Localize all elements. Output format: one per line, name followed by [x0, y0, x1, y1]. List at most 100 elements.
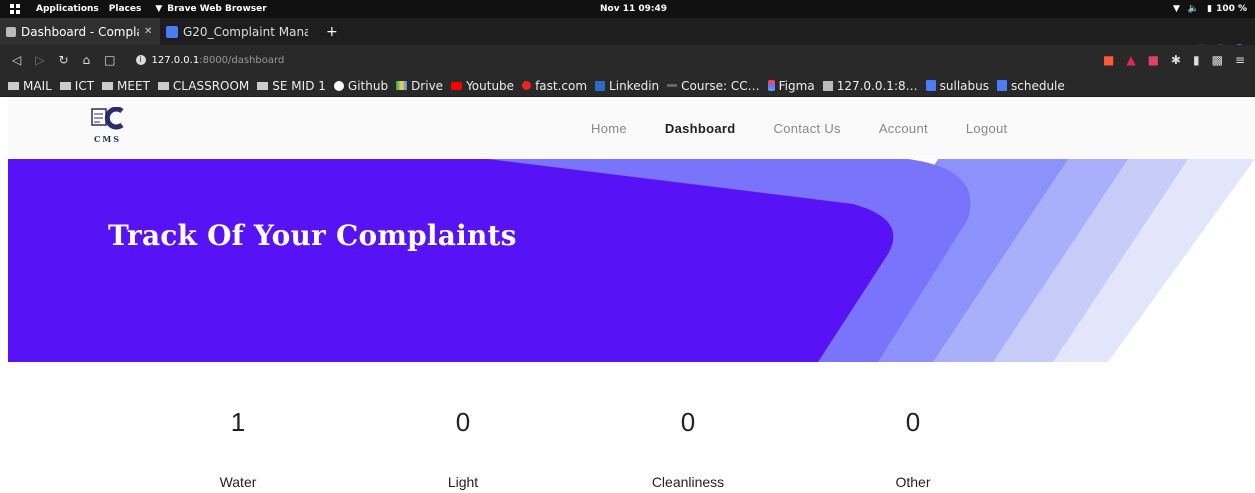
stat-label: Water	[219, 474, 257, 490]
hero-title: Track Of Your Complaints	[108, 219, 517, 252]
docs-favicon-icon	[166, 25, 178, 38]
brave-app-indicator[interactable]: ▼ Brave Web Browser	[155, 4, 266, 14]
folder-icon	[59, 81, 71, 90]
apps-grid-icon[interactable]	[10, 4, 20, 14]
hero-background	[8, 159, 1255, 362]
bookmark-figma[interactable]: Figma	[767, 78, 815, 93]
bookmark-label: schedule	[1010, 78, 1065, 93]
url-path: :8000/dashboard	[199, 54, 285, 66]
stat-label: Other	[895, 474, 931, 490]
sidebar-icon[interactable]: ▮	[1193, 53, 1200, 67]
bookmark-classroom[interactable]: CLASSROOM	[157, 78, 250, 93]
url-host: 127.0.0.1	[151, 54, 200, 66]
menu-icon[interactable]: ≡	[1235, 53, 1245, 67]
figma-icon	[767, 80, 775, 91]
bookmark-schedule[interactable]: schedule	[996, 78, 1065, 93]
address-toolbar: ◁ ▷ ↻ ⌂ □ i 127.0.0.1:8000/dashboard ■ ▲…	[0, 45, 1255, 75]
home-icon[interactable]: ⌂	[83, 53, 91, 67]
bookmark-label: 127.0.0.1:8…	[836, 78, 918, 93]
bookmark-se-mid-1[interactable]: SE MID 1	[257, 79, 326, 93]
bookmark-label: Course: CC…	[681, 78, 760, 93]
battery-percent: 100 %	[1216, 4, 1247, 14]
bookmarks-bar: MAIL ICT MEET CLASSROOM SE MID 1 Github Drive Y…	[0, 75, 1255, 97]
site-navbar: CMS Home Dashboard Contact Us Account Lo…	[8, 97, 1255, 159]
bookmark-label: sullabus	[939, 78, 989, 93]
cms-logo[interactable]: CMS	[90, 106, 130, 147]
wifi-icon[interactable]: ▼	[1173, 4, 1180, 14]
address-bar[interactable]: i 127.0.0.1:8000/dashboard	[135, 54, 285, 66]
bookmark-course-cc[interactable]: Course: CC…	[667, 79, 760, 93]
bookmark-youtube[interactable]: Youtube	[451, 79, 514, 93]
site-info-icon[interactable]: i	[135, 55, 146, 65]
stat-label: Cleanliness	[651, 474, 725, 490]
logo-text: CMS	[94, 134, 121, 144]
bookmark-label: Drive	[411, 78, 444, 93]
brave-rewards-icon[interactable]: ▲	[1126, 53, 1135, 67]
fast-icon	[522, 81, 532, 90]
course-icon	[667, 84, 678, 87]
brave-shields-icon[interactable]: ■	[1103, 53, 1114, 67]
bookmark-label: Youtube	[466, 78, 515, 93]
stat-label: Light	[447, 474, 479, 490]
tab-strip: Dashboard - Complai ✕ G20_Complaint Mana…	[0, 18, 1255, 55]
stat-count: 0	[905, 407, 921, 437]
youtube-icon	[451, 81, 463, 90]
bookmark-label: ICT	[74, 78, 95, 93]
github-icon	[333, 80, 344, 91]
system-top-bar: Applications Places ▼ Brave Web Browser …	[0, 0, 1255, 18]
close-tab-icon[interactable]: ✕	[144, 26, 152, 37]
bookmark-label: MAIL	[23, 78, 52, 93]
applications-menu[interactable]: Applications	[36, 4, 99, 14]
bookmark-sullabus[interactable]: sullabus	[925, 78, 989, 93]
bookmark-label: Linkedin	[609, 78, 660, 93]
bookmark-127-0-0-1-8[interactable]: 127.0.0.1:8…	[822, 78, 918, 93]
nav-dashboard[interactable]: Dashboard	[665, 121, 736, 136]
cms-favicon-icon	[6, 26, 16, 37]
stat-count: 0	[680, 407, 696, 437]
tab-dashboard[interactable]: Dashboard - Complai ✕	[0, 18, 160, 45]
extension-icon[interactable]: ■	[1148, 53, 1159, 67]
doc-icon	[996, 80, 1007, 91]
drive-icon	[396, 81, 408, 90]
nav-home[interactable]: Home	[591, 121, 627, 136]
brave-shield-icon: ▼	[155, 4, 163, 14]
bookmark-label: SE MID 1	[272, 78, 326, 93]
bookmark-fast-com[interactable]: fast.com	[522, 79, 587, 93]
stat-count: 0	[455, 407, 471, 437]
bookmark-label: CLASSROOM	[172, 78, 250, 93]
bookmark-github[interactable]: Github	[333, 78, 389, 93]
folder-icon	[8, 81, 19, 90]
browser-name-label: Brave Web Browser	[167, 4, 267, 14]
nav-logout[interactable]: Logout	[966, 121, 1008, 136]
bookmark-linkedin[interactable]: Linkedin	[595, 79, 659, 93]
system-clock[interactable]: Nov 11 09:49	[600, 0, 667, 18]
site-icon	[822, 80, 833, 91]
stat-count: 1	[230, 407, 246, 437]
doc-icon	[925, 80, 936, 91]
forward-icon[interactable]: ▷	[35, 53, 44, 67]
bookmark-meet[interactable]: MEET	[102, 79, 150, 93]
main-menu: Home Dashboard Contact Us Account Logout	[591, 97, 1045, 159]
nav-account[interactable]: Account	[879, 121, 928, 136]
reload-icon[interactable]: ↻	[58, 53, 68, 67]
back-icon[interactable]: ◁	[12, 53, 21, 67]
battery-icon[interactable]: ▮	[1207, 4, 1212, 14]
tab-g20-doc[interactable]: G20_Complaint Manag	[160, 18, 320, 45]
folder-icon	[102, 81, 114, 90]
places-menu[interactable]: Places	[109, 4, 142, 14]
bookmark-drive[interactable]: Drive	[396, 79, 443, 93]
bookmark-icon[interactable]: □	[104, 53, 115, 67]
folder-icon	[257, 81, 269, 90]
new-tab-button[interactable]: +	[326, 24, 338, 40]
nav-contact-us[interactable]: Contact Us	[774, 121, 841, 136]
bookmark-label: Github	[347, 78, 389, 93]
bookmark-label: Figma	[778, 78, 815, 93]
bookmark-ict[interactable]: ICT	[59, 78, 95, 93]
complaint-stats: 1 Water 0 Light 0 Cleanliness 0 Other	[8, 362, 1255, 493]
extensions-puzzle-icon[interactable]: ✱	[1171, 53, 1181, 67]
volume-icon[interactable]: 🔈	[1188, 4, 1199, 14]
system-tray: ▼ 🔈 ▮ 100 %	[1173, 0, 1247, 18]
linkedin-icon	[595, 80, 606, 91]
bookmark-mail[interactable]: MAIL	[8, 79, 52, 93]
wallet-icon[interactable]: ▩	[1212, 53, 1223, 67]
